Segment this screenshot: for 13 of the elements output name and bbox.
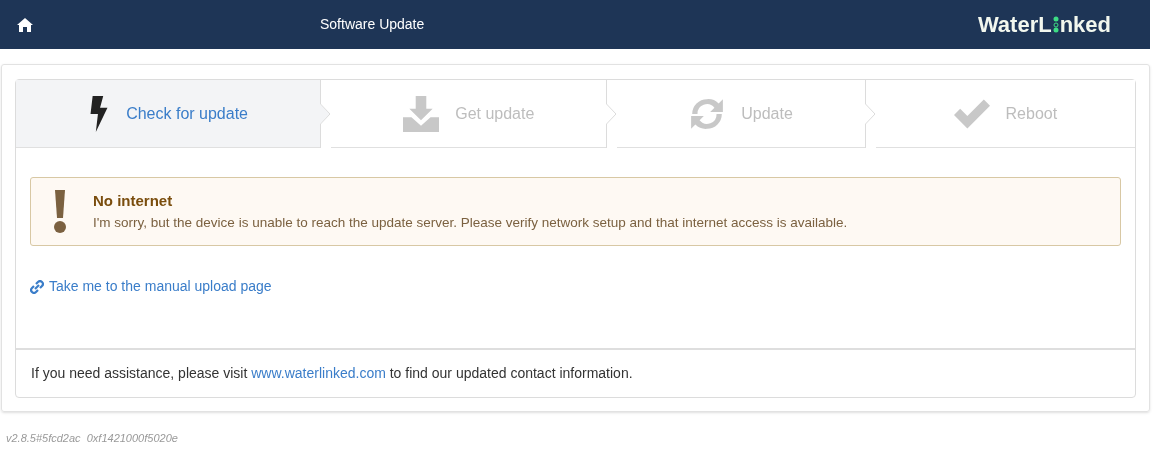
- website-link[interactable]: www.waterlinked.com: [251, 365, 386, 381]
- download-icon: [403, 95, 440, 132]
- link-icon: [30, 279, 44, 294]
- logo: WaterL nked: [977, 11, 1111, 39]
- home-icon[interactable]: [17, 17, 33, 32]
- page-title: Software Update: [320, 15, 425, 34]
- alert-message: I'm sorry, but the device is unable to reach the update server. Please verify network setup and that internet access is available.: [93, 213, 848, 232]
- footer-text: If you need assistance, please visit www.waterlinked.com to find our updated contact information.: [31, 364, 633, 383]
- alert-title: No internet: [93, 191, 174, 212]
- exclamation-icon: [53, 189, 67, 234]
- dots-icon: [1052, 16, 1059, 33]
- manual-upload-link[interactable]: Take me to the manual upload page: [30, 276, 272, 297]
- version-text: v2.8.5#5fcd2ac 0xf1421000f5020e: [6, 431, 179, 446]
